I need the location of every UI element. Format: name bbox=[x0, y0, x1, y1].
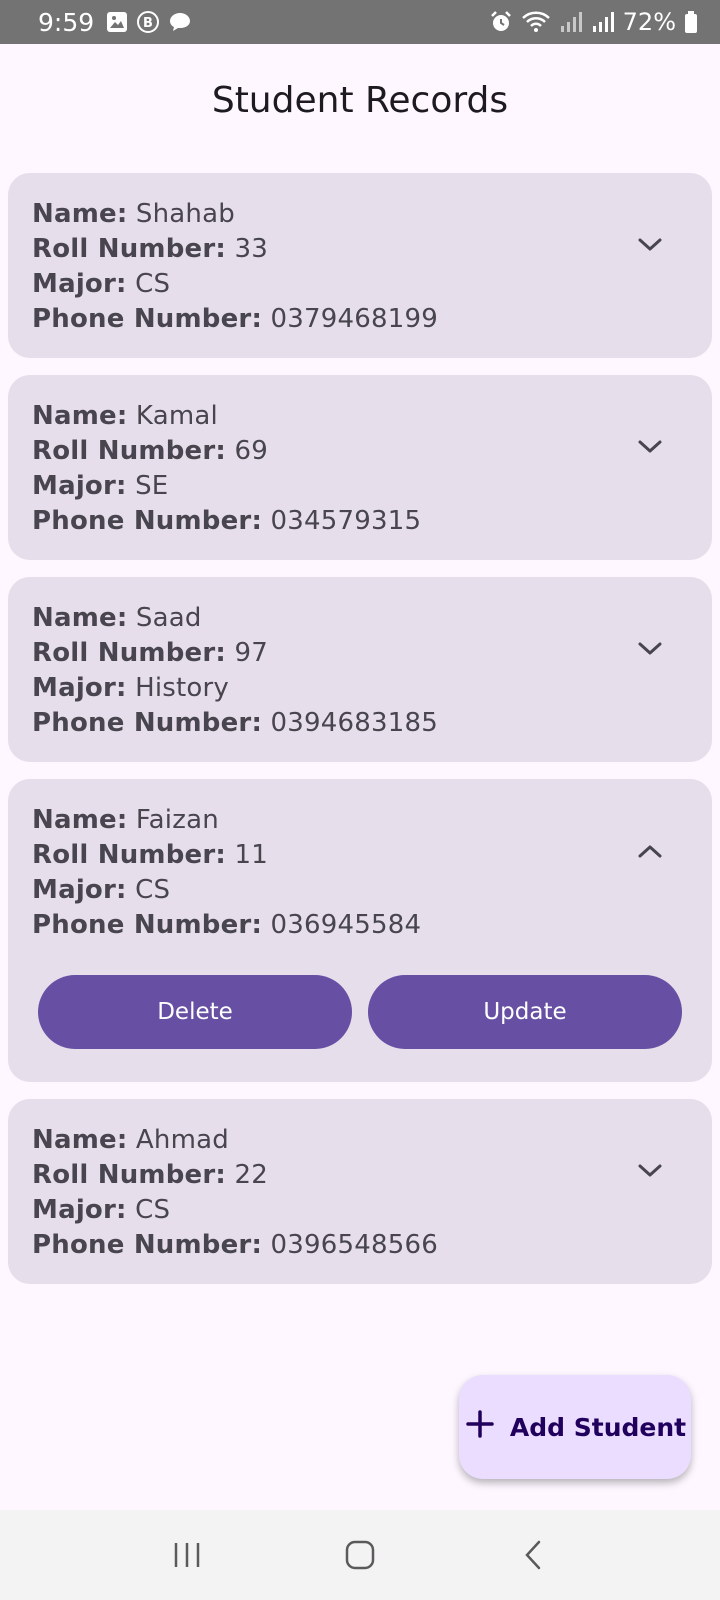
student-phone-field: Phone Number: 0379468199 bbox=[32, 302, 688, 337]
student-phone: 0396548566 bbox=[270, 1230, 438, 1260]
student-major-field: Major: CS bbox=[32, 267, 688, 302]
phone-label: Phone Number: bbox=[32, 506, 263, 536]
chevron-down-icon[interactable] bbox=[630, 427, 670, 467]
chevron-down-icon[interactable] bbox=[630, 1151, 670, 1191]
status-bar: 9:59 B 72% bbox=[0, 0, 720, 44]
roll-label: Roll Number: bbox=[32, 234, 226, 264]
chevron-up-icon[interactable] bbox=[630, 831, 670, 871]
home-icon[interactable] bbox=[330, 1525, 390, 1585]
wifi-icon bbox=[521, 10, 551, 34]
student-name: Kamal bbox=[135, 401, 218, 431]
add-student-button[interactable]: Add Student bbox=[459, 1375, 691, 1479]
name-label: Name: bbox=[32, 805, 128, 835]
student-major: SE bbox=[135, 471, 169, 501]
student-phone-field: Phone Number: 036945584 bbox=[32, 908, 688, 943]
student-phone-field: Phone Number: 0396548566 bbox=[32, 1228, 688, 1263]
student-name-field: Name: Faizan bbox=[32, 803, 688, 838]
chat-icon bbox=[168, 10, 192, 34]
major-label: Major: bbox=[32, 269, 127, 299]
student-phone: 036945584 bbox=[270, 910, 422, 940]
system-nav-bar bbox=[0, 1510, 720, 1600]
signal-icon-2 bbox=[591, 11, 615, 33]
student-roll: 97 bbox=[234, 638, 268, 668]
phone-label: Phone Number: bbox=[32, 1230, 263, 1260]
name-label: Name: bbox=[32, 1125, 128, 1155]
student-major-field: Major: History bbox=[32, 671, 688, 706]
student-name: Ahmad bbox=[135, 1125, 229, 1155]
status-bar-left: 9:59 B bbox=[38, 8, 192, 37]
recent-apps-icon[interactable] bbox=[157, 1525, 217, 1585]
student-name: Faizan bbox=[135, 805, 219, 835]
card-actions: Delete Update bbox=[32, 975, 688, 1049]
student-major: CS bbox=[135, 875, 171, 905]
student-roll: 33 bbox=[234, 234, 268, 264]
student-name-field: Name: Shahab bbox=[32, 197, 688, 232]
gallery-icon bbox=[106, 11, 128, 33]
student-major-field: Major: SE bbox=[32, 469, 688, 504]
chevron-down-icon[interactable] bbox=[630, 225, 670, 265]
student-phone: 034579315 bbox=[270, 506, 422, 536]
signal-icon bbox=[559, 11, 583, 33]
student-major: History bbox=[135, 673, 229, 703]
major-label: Major: bbox=[32, 875, 127, 905]
student-roll-field: Roll Number: 22 bbox=[32, 1158, 688, 1193]
student-roll-field: Roll Number: 33 bbox=[32, 232, 688, 267]
roll-label: Roll Number: bbox=[32, 1160, 226, 1190]
student-roll: 11 bbox=[234, 840, 268, 870]
student-card-saad[interactable]: Name: Saad Roll Number: 97 Major: Histor… bbox=[8, 577, 712, 762]
battery-icon bbox=[684, 10, 698, 34]
roll-label: Roll Number: bbox=[32, 840, 226, 870]
student-phone: 0379468199 bbox=[270, 304, 438, 334]
battery-percentage: 72% bbox=[622, 8, 676, 36]
student-roll: 69 bbox=[234, 436, 268, 466]
update-button[interactable]: Update bbox=[368, 975, 682, 1049]
student-name-field: Name: Ahmad bbox=[32, 1123, 688, 1158]
name-label: Name: bbox=[32, 603, 128, 633]
status-bar-right: 72% bbox=[489, 8, 698, 36]
student-name-field: Name: Kamal bbox=[32, 399, 688, 434]
student-major: CS bbox=[135, 269, 171, 299]
student-card-ahmad[interactable]: Name: Ahmad Roll Number: 22 Major: CS Ph… bbox=[8, 1099, 712, 1284]
name-label: Name: bbox=[32, 199, 128, 229]
phone-label: Phone Number: bbox=[32, 708, 263, 738]
alarm-icon bbox=[489, 10, 513, 34]
student-card-kamal[interactable]: Name: Kamal Roll Number: 69 Major: SE Ph… bbox=[8, 375, 712, 560]
student-phone-field: Phone Number: 0394683185 bbox=[32, 706, 688, 741]
student-phone: 0394683185 bbox=[270, 708, 438, 738]
add-student-label: Add Student bbox=[509, 1412, 687, 1442]
student-card-faizan[interactable]: Name: Faizan Roll Number: 11 Major: CS P… bbox=[8, 779, 712, 1082]
student-list: Name: Shahab Roll Number: 33 Major: CS P… bbox=[8, 173, 712, 1301]
student-major-field: Major: CS bbox=[32, 873, 688, 908]
page-title: Student Records bbox=[211, 80, 509, 121]
phone-label: Phone Number: bbox=[32, 304, 263, 334]
chevron-down-icon[interactable] bbox=[630, 629, 670, 669]
student-card-shahab[interactable]: Name: Shahab Roll Number: 33 Major: CS P… bbox=[8, 173, 712, 358]
svg-text:B: B bbox=[143, 16, 153, 31]
student-phone-field: Phone Number: 034579315 bbox=[32, 504, 688, 539]
back-icon[interactable] bbox=[503, 1525, 563, 1585]
plus-icon bbox=[464, 1408, 496, 1446]
phone-label: Phone Number: bbox=[32, 910, 263, 940]
b-icon: B bbox=[136, 10, 160, 34]
student-roll-field: Roll Number: 97 bbox=[32, 636, 688, 671]
student-name-field: Name: Saad bbox=[32, 601, 688, 636]
major-label: Major: bbox=[32, 471, 127, 501]
student-roll-field: Roll Number: 69 bbox=[32, 434, 688, 469]
student-major: CS bbox=[135, 1195, 171, 1225]
student-roll: 22 bbox=[234, 1160, 268, 1190]
student-roll-field: Roll Number: 11 bbox=[32, 838, 688, 873]
student-name: Shahab bbox=[135, 199, 235, 229]
status-time: 9:59 bbox=[38, 7, 95, 37]
student-name: Saad bbox=[135, 603, 202, 633]
major-label: Major: bbox=[32, 673, 127, 703]
roll-label: Roll Number: bbox=[32, 638, 226, 668]
student-major-field: Major: CS bbox=[32, 1193, 688, 1228]
delete-button[interactable]: Delete bbox=[38, 975, 352, 1049]
name-label: Name: bbox=[32, 401, 128, 431]
major-label: Major: bbox=[32, 1195, 127, 1225]
roll-label: Roll Number: bbox=[32, 436, 226, 466]
